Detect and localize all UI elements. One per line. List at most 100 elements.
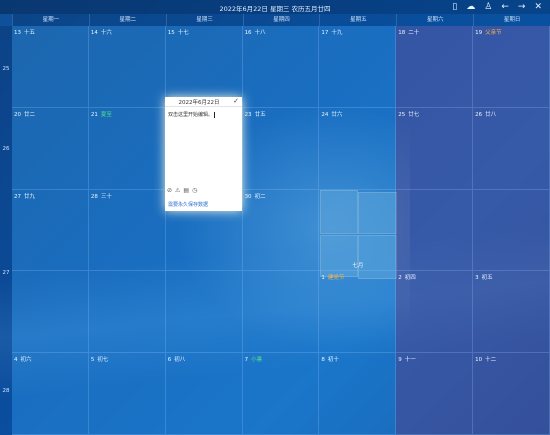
day-number: 1 xyxy=(321,275,325,282)
day-label: 21 夏至 xyxy=(91,110,112,118)
day-cell[interactable]: 30 初二 xyxy=(242,189,320,272)
day-number: 27 xyxy=(14,193,21,200)
lunar-date: 十二 xyxy=(485,357,497,364)
phone-icon[interactable]: ▯ xyxy=(452,1,457,13)
day-cell[interactable]: 26 廿八 xyxy=(473,107,550,190)
confirm-check-icon[interactable]: ✓ xyxy=(233,97,239,105)
weekday-label: 星期三 xyxy=(165,14,243,26)
day-label: 2 初四 xyxy=(398,273,416,281)
day-cell[interactable]: 18 二十 xyxy=(396,26,474,108)
day-cell[interactable]: 9 十一 xyxy=(396,353,474,435)
day-cell[interactable]: 2 初四 xyxy=(396,271,474,354)
day-number: 4 xyxy=(14,357,18,364)
month-label: 七月 xyxy=(352,263,364,270)
close-icon[interactable]: ✕ xyxy=(534,1,542,13)
day-cell[interactable]: 10 十二 xyxy=(473,353,550,435)
lunar-date: 十九 xyxy=(331,30,343,36)
back-icon[interactable]: ← xyxy=(501,1,509,13)
lunar-date: 三十 xyxy=(100,193,112,200)
day-label: 15 十七 xyxy=(168,28,189,36)
day-number: 14 xyxy=(90,30,98,36)
lunar-date: 廿九 xyxy=(24,193,36,200)
day-cell[interactable]: 1 建党节 xyxy=(319,271,397,354)
day-number: 23 xyxy=(244,111,252,118)
day-number: 15 xyxy=(167,30,175,36)
day-label: 3 初五 xyxy=(475,273,493,281)
weekday-label: 星期四 xyxy=(242,14,320,26)
lunar-date: 廿八 xyxy=(485,111,497,118)
weekday-label: 星期五 xyxy=(319,14,396,26)
day-number: 17 xyxy=(321,30,329,36)
lunar-date: 十五 xyxy=(24,30,36,36)
clock-icon[interactable]: ◷ xyxy=(192,187,197,194)
day-cell[interactable] xyxy=(473,189,550,272)
user-icon[interactable]: ♙ xyxy=(484,1,492,13)
day-label: 18 二十 xyxy=(398,28,419,36)
day-label: 4 初六 xyxy=(14,355,32,363)
note-popup: 2022年6月22日 ✓ 双击这里开始编辑。 ⊘ ⚠ ▤ ◷ 需要永久保存数据 xyxy=(165,97,242,211)
day-cell[interactable]: 20 廿二 xyxy=(12,107,89,190)
day-cell[interactable]: 5 初七 xyxy=(88,353,166,435)
week-number: 28 xyxy=(2,388,10,394)
day-cell[interactable]: 6 初八 xyxy=(165,353,243,435)
warning-icon[interactable]: ⚠ xyxy=(175,187,180,194)
day-cell[interactable] xyxy=(319,189,397,272)
day-number: 5 xyxy=(90,357,95,364)
day-label: 5 初七 xyxy=(91,355,109,363)
day-cell[interactable] xyxy=(242,271,320,354)
lunar-date: 夏至 xyxy=(100,111,112,118)
note-toolbar: ⊘ ⚠ ▤ ◷ xyxy=(167,187,197,194)
day-cell[interactable]: 24 廿六 xyxy=(319,107,397,190)
clear-icon[interactable]: ⊘ xyxy=(167,187,172,194)
week-number: 25 xyxy=(2,66,10,72)
day-label: 8 初十 xyxy=(321,355,339,363)
day-cell[interactable]: 4 初六 xyxy=(12,353,89,435)
day-cell[interactable]: 28 三十 xyxy=(88,189,166,272)
weekday-label: 星期日 xyxy=(473,14,550,26)
lunar-date: 十七 xyxy=(177,30,189,36)
toolbar: ▯ ☁ ♙ ← → ✕ xyxy=(452,1,542,13)
day-number: 8 xyxy=(321,357,325,364)
calendar-grid: 13十五14十六15十七16十八17十九18二十19父亲节20廿二21夏至222… xyxy=(12,26,550,435)
day-label: 19 父亲节 xyxy=(475,28,502,36)
lunar-date: 廿六 xyxy=(331,111,343,118)
week-number: 27 xyxy=(2,270,10,276)
day-label: 23 廿五 xyxy=(245,110,266,118)
day-cell[interactable]: 25 廿七 xyxy=(396,107,474,190)
day-cell[interactable]: 19 父亲节 xyxy=(473,26,550,108)
day-cell[interactable] xyxy=(88,271,166,354)
day-cell[interactable] xyxy=(396,189,474,272)
day-number: 24 xyxy=(321,111,329,118)
note-header: 2022年6月22日 ✓ xyxy=(165,97,242,107)
cloud-icon[interactable]: ☁ xyxy=(466,1,475,13)
day-label: 14 十六 xyxy=(91,28,112,36)
lunar-date: 初六 xyxy=(20,357,32,364)
text-cursor xyxy=(214,111,216,118)
day-cell[interactable]: 17 十九 xyxy=(319,26,397,108)
forward-icon[interactable]: → xyxy=(518,1,526,13)
save-permanently-link[interactable]: 需要永久保存数据 xyxy=(168,201,208,208)
day-cell[interactable]: 21 夏至 xyxy=(88,107,166,190)
lunar-date: 建党节 xyxy=(327,275,345,282)
day-cell[interactable]: 16 十八 xyxy=(242,26,320,108)
day-cell[interactable] xyxy=(12,271,89,354)
day-cell[interactable]: 23 廿五 xyxy=(242,107,320,190)
lunar-date: 廿二 xyxy=(24,111,36,118)
day-label: 26 廿八 xyxy=(475,110,496,118)
day-number: 9 xyxy=(398,357,402,364)
document-icon[interactable]: ▤ xyxy=(183,187,189,194)
day-number: 20 xyxy=(14,111,21,118)
day-number: 26 xyxy=(475,111,483,118)
lunar-date: 十八 xyxy=(254,30,266,36)
day-cell[interactable] xyxy=(165,271,243,354)
day-cell[interactable]: 15 十七 xyxy=(165,26,243,108)
day-cell[interactable]: 27 廿九 xyxy=(12,189,89,272)
day-cell[interactable]: 13 十五 xyxy=(12,26,89,108)
lunar-date: 廿七 xyxy=(408,111,420,118)
note-text-area[interactable]: 双击这里开始编辑。 xyxy=(168,111,216,118)
day-cell[interactable]: 7 小暑 xyxy=(242,353,320,435)
day-cell[interactable]: 8 初十 xyxy=(319,353,397,435)
day-cell[interactable]: 3 初五 xyxy=(473,271,550,354)
day-cell[interactable]: 14 十六 xyxy=(88,26,166,108)
day-label: 30 初二 xyxy=(245,192,266,200)
